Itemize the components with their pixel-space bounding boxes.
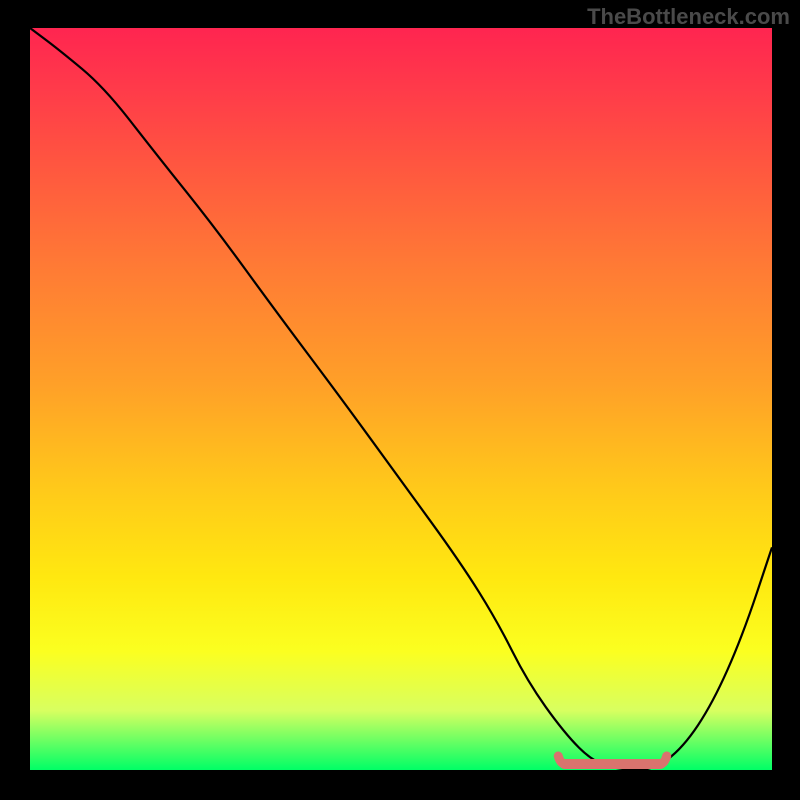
watermark-text: TheBottleneck.com bbox=[587, 4, 790, 30]
plot-area bbox=[30, 28, 772, 770]
marker-svg bbox=[30, 28, 772, 770]
optimal-range-marker-right-hook bbox=[661, 756, 667, 764]
